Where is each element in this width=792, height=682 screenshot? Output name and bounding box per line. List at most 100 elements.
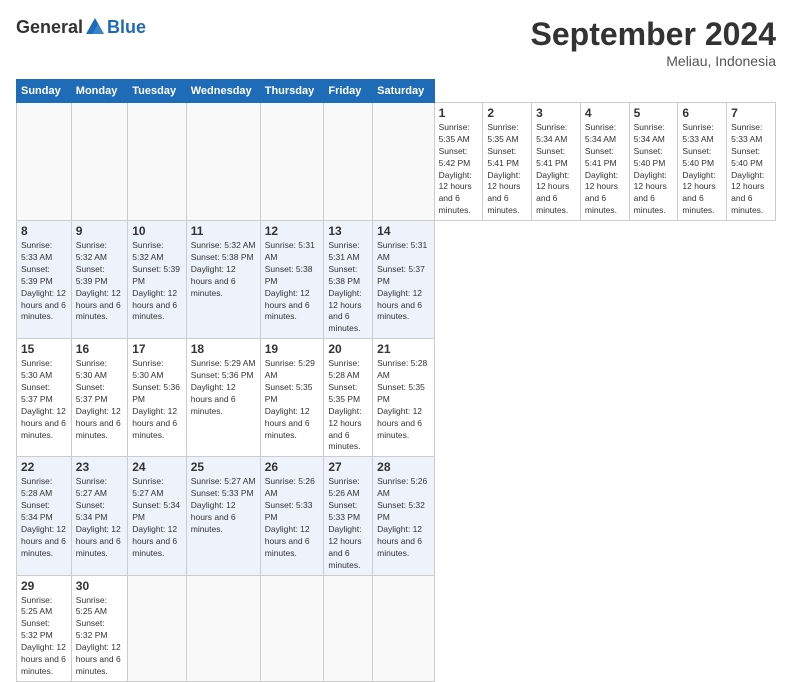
day-info: Sunrise: 5:34 AMSunset: 5:41 PMDaylight:… [536, 122, 576, 217]
day-number: 21 [377, 342, 429, 356]
day-number: 12 [265, 224, 320, 238]
day-info: Sunrise: 5:27 AMSunset: 5:34 PMDaylight:… [76, 476, 123, 559]
day-info: Sunrise: 5:35 AMSunset: 5:41 PMDaylight:… [487, 122, 527, 217]
day-info: Sunrise: 5:26 AMSunset: 5:32 PMDaylight:… [377, 476, 429, 559]
calendar-cell [324, 575, 373, 681]
calendar-cell: 26 Sunrise: 5:26 AMSunset: 5:33 PMDayligh… [260, 457, 324, 575]
calendar-cell: 1Sunrise: 5:35 AMSunset: 5:42 PMDaylight… [434, 103, 483, 221]
day-number: 14 [377, 224, 429, 238]
day-info: Sunrise: 5:28 AMSunset: 5:35 PMDaylight:… [328, 358, 368, 453]
day-number: 26 [265, 460, 320, 474]
logo: General Blue [16, 16, 146, 38]
day-number: 29 [21, 579, 67, 593]
day-info: Sunrise: 5:28 AMSunset: 5:34 PMDaylight:… [21, 476, 67, 559]
day-number: 13 [328, 224, 368, 238]
calendar-week-row: 8Sunrise: 5:33 AMSunset: 5:39 PMDaylight… [17, 221, 776, 339]
calendar-week-row: 1Sunrise: 5:35 AMSunset: 5:42 PMDaylight… [17, 103, 776, 221]
day-info: Sunrise: 5:33 AMSunset: 5:39 PMDaylight:… [21, 240, 67, 323]
calendar-cell [260, 103, 324, 221]
logo-general: General [16, 17, 83, 38]
calendar-cell: 6 Sunrise: 5:33 AMSunset: 5:40 PMDaylight… [678, 103, 727, 221]
calendar-cell: 22 Sunrise: 5:28 AMSunset: 5:34 PMDayligh… [17, 457, 72, 575]
col-wednesday: Wednesday [186, 80, 260, 103]
calendar-cell: 17 Sunrise: 5:30 AMSunset: 5:36 PMDayligh… [128, 339, 186, 457]
calendar-cell: 20 Sunrise: 5:28 AMSunset: 5:35 PMDayligh… [324, 339, 373, 457]
logo-icon [84, 16, 106, 38]
day-number: 4 [585, 106, 625, 120]
day-info: Sunrise: 5:35 AMSunset: 5:42 PMDaylight:… [439, 122, 479, 217]
day-number: 15 [21, 342, 67, 356]
col-thursday: Thursday [260, 80, 324, 103]
calendar-cell [186, 575, 260, 681]
calendar-cell: 30 Sunrise: 5:25 AMSunset: 5:32 PMDayligh… [71, 575, 127, 681]
day-info: Sunrise: 5:26 AMSunset: 5:33 PMDaylight:… [328, 476, 368, 571]
day-number: 11 [191, 224, 256, 238]
calendar-cell: 2 Sunrise: 5:35 AMSunset: 5:41 PMDaylight… [483, 103, 532, 221]
calendar-cell: 11 Sunrise: 5:32 AMSunset: 5:38 PMDayligh… [186, 221, 260, 339]
day-info: Sunrise: 5:30 AMSunset: 5:37 PMDaylight:… [21, 358, 67, 441]
day-info: Sunrise: 5:31 AMSunset: 5:37 PMDaylight:… [377, 240, 429, 323]
calendar-header-row: Sunday Monday Tuesday Wednesday Thursday… [17, 80, 776, 103]
day-info: Sunrise: 5:32 AMSunset: 5:39 PMDaylight:… [76, 240, 123, 323]
calendar-cell: 18 Sunrise: 5:29 AMSunset: 5:36 PMDayligh… [186, 339, 260, 457]
day-info: Sunrise: 5:25 AMSunset: 5:32 PMDaylight:… [21, 595, 67, 678]
day-number: 30 [76, 579, 123, 593]
month-title: September 2024 [531, 16, 776, 53]
day-info: Sunrise: 5:29 AMSunset: 5:35 PMDaylight:… [265, 358, 320, 441]
day-info: Sunrise: 5:30 AMSunset: 5:36 PMDaylight:… [132, 358, 181, 441]
day-info: Sunrise: 5:34 AMSunset: 5:40 PMDaylight:… [634, 122, 674, 217]
day-info: Sunrise: 5:32 AMSunset: 5:38 PMDaylight:… [191, 240, 256, 299]
col-sunday: Sunday [17, 80, 72, 103]
day-number: 19 [265, 342, 320, 356]
col-friday: Friday [324, 80, 373, 103]
day-number: 2 [487, 106, 527, 120]
calendar-cell: 21Sunrise: 5:28 AMSunset: 5:35 PMDayligh… [373, 339, 434, 457]
calendar-cell: 12Sunrise: 5:31 AMSunset: 5:38 PMDayligh… [260, 221, 324, 339]
calendar-cell: 5 Sunrise: 5:34 AMSunset: 5:40 PMDaylight… [629, 103, 678, 221]
col-tuesday: Tuesday [128, 80, 186, 103]
calendar-cell: 13 Sunrise: 5:31 AMSunset: 5:38 PMDayligh… [324, 221, 373, 339]
day-number: 22 [21, 460, 67, 474]
day-number: 24 [132, 460, 181, 474]
day-number: 10 [132, 224, 181, 238]
calendar-cell: 9 Sunrise: 5:32 AMSunset: 5:39 PMDaylight… [71, 221, 127, 339]
calendar-cell: 28Sunrise: 5:26 AMSunset: 5:32 PMDayligh… [373, 457, 434, 575]
calendar-cell: 27 Sunrise: 5:26 AMSunset: 5:33 PMDayligh… [324, 457, 373, 575]
day-number: 18 [191, 342, 256, 356]
day-number: 20 [328, 342, 368, 356]
calendar-cell: 29 Sunrise: 5:25 AMSunset: 5:32 PMDayligh… [17, 575, 72, 681]
day-number: 5 [634, 106, 674, 120]
col-monday: Monday [71, 80, 127, 103]
day-info: Sunrise: 5:32 AMSunset: 5:39 PMDaylight:… [132, 240, 181, 323]
calendar-cell [373, 103, 434, 221]
calendar-cell: 4 Sunrise: 5:34 AMSunset: 5:41 PMDaylight… [580, 103, 629, 221]
day-info: Sunrise: 5:29 AMSunset: 5:36 PMDaylight:… [191, 358, 256, 417]
day-info: Sunrise: 5:25 AMSunset: 5:32 PMDaylight:… [76, 595, 123, 678]
calendar-cell: 7Sunrise: 5:33 AMSunset: 5:40 PMDaylight… [727, 103, 776, 221]
day-info: Sunrise: 5:26 AMSunset: 5:33 PMDaylight:… [265, 476, 320, 559]
calendar-table: Sunday Monday Tuesday Wednesday Thursday… [16, 79, 776, 682]
calendar-cell [260, 575, 324, 681]
day-info: Sunrise: 5:31 AMSunset: 5:38 PMDaylight:… [328, 240, 368, 335]
day-number: 27 [328, 460, 368, 474]
calendar-cell [186, 103, 260, 221]
day-number: 6 [682, 106, 722, 120]
day-number: 23 [76, 460, 123, 474]
logo-blue: Blue [107, 17, 146, 38]
calendar-cell [71, 103, 127, 221]
day-info: Sunrise: 5:34 AMSunset: 5:41 PMDaylight:… [585, 122, 625, 217]
calendar-cell: 10 Sunrise: 5:32 AMSunset: 5:39 PMDayligh… [128, 221, 186, 339]
day-number: 16 [76, 342, 123, 356]
page: General Blue September 2024 Meliau, Indo… [0, 0, 792, 612]
location: Meliau, Indonesia [531, 53, 776, 69]
col-saturday: Saturday [373, 80, 434, 103]
day-info: Sunrise: 5:27 AMSunset: 5:33 PMDaylight:… [191, 476, 256, 535]
calendar-cell: 23 Sunrise: 5:27 AMSunset: 5:34 PMDayligh… [71, 457, 127, 575]
day-number: 17 [132, 342, 181, 356]
calendar-cell [17, 103, 72, 221]
day-info: Sunrise: 5:33 AMSunset: 5:40 PMDaylight:… [682, 122, 722, 217]
calendar-cell [373, 575, 434, 681]
calendar-cell [324, 103, 373, 221]
day-number: 9 [76, 224, 123, 238]
header: General Blue September 2024 Meliau, Indo… [16, 16, 776, 69]
